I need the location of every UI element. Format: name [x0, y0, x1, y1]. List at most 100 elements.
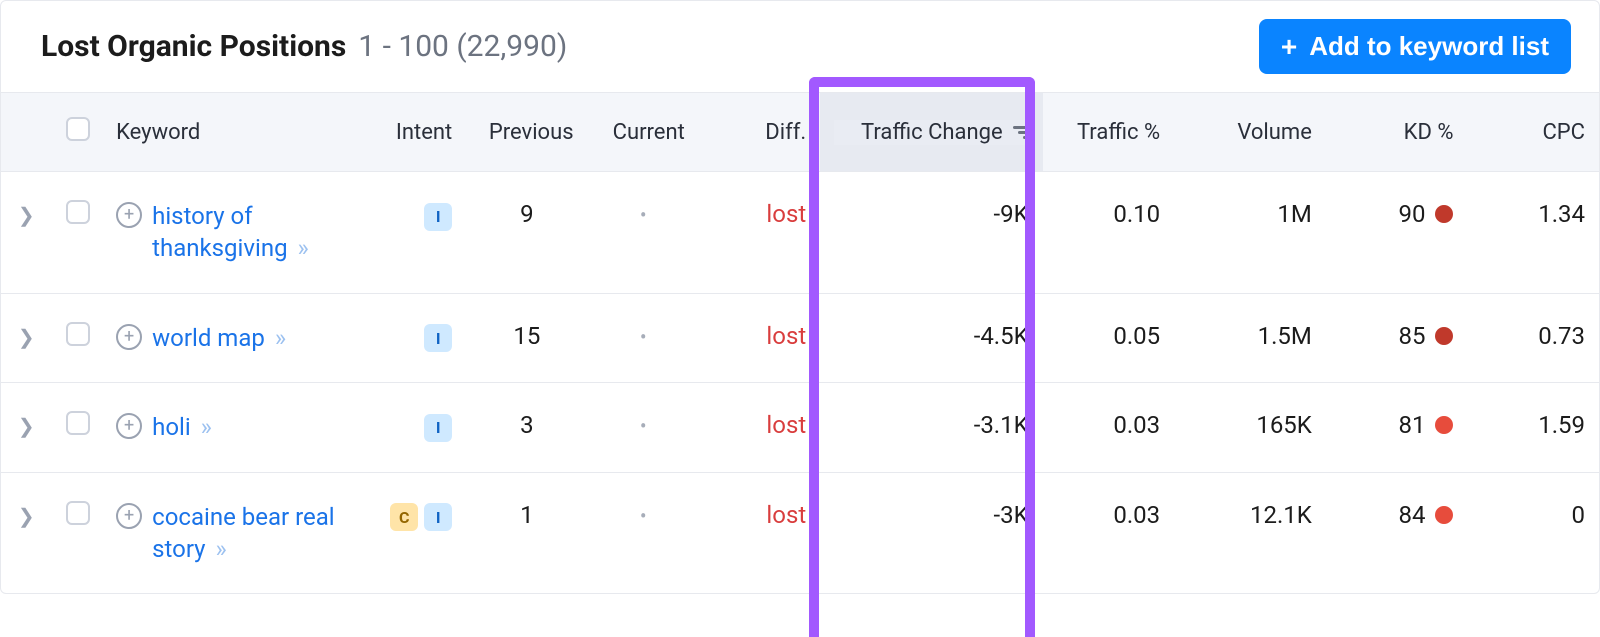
keyword-link[interactable]: world map » [152, 322, 286, 354]
col-intent[interactable]: Intent [355, 93, 466, 172]
diff-value: lost [766, 411, 806, 439]
keyword-link[interactable]: cocaine bear real story » [152, 501, 341, 566]
sort-desc-icon [1013, 126, 1029, 139]
keyword-link[interactable]: history of thanksgiving » [152, 200, 341, 265]
lost-positions-panel: Lost Organic Positions 1 - 100 (22,990) … [0, 0, 1600, 594]
intent-badges: I [424, 203, 452, 231]
add-keyword-icon[interactable]: + [116, 324, 142, 350]
previous-value: 9 [466, 172, 587, 294]
intent-badges: I [424, 414, 452, 442]
previous-value: 1 [466, 472, 587, 593]
cpc-value: 0 [1467, 472, 1599, 593]
traffic-change-value: -4.5K [820, 293, 1043, 382]
col-diff[interactable]: Diff. [699, 93, 820, 172]
volume-value: 12.1K [1174, 472, 1326, 593]
intent-badges: CI [390, 503, 452, 531]
keyword-text: cocaine bear real story [152, 503, 335, 563]
table-row: ❯+cocaine bear real story »CI1•lost-3K0.… [1, 472, 1599, 593]
chevron-right-icon[interactable]: ❯ [18, 203, 35, 227]
keywords-table: Keyword Intent Previous Current Diff. Tr… [1, 92, 1599, 593]
intent-badges: I [424, 324, 452, 352]
add-button-label: Add to keyword list [1309, 31, 1549, 62]
kd-wrap: 84 [1398, 501, 1453, 529]
kd-value: 84 [1398, 501, 1425, 529]
cpc-value: 1.59 [1467, 383, 1599, 472]
col-traffic-change[interactable]: Traffic Change [820, 93, 1043, 172]
kd-dot-icon [1435, 205, 1453, 223]
table-header-row: Keyword Intent Previous Current Diff. Tr… [1, 93, 1599, 172]
col-current[interactable]: Current [588, 93, 699, 172]
traffic-pct-value: 0.10 [1043, 172, 1174, 294]
volume-value: 1M [1174, 172, 1326, 294]
traffic-pct-value: 0.03 [1043, 383, 1174, 472]
kd-dot-icon [1435, 416, 1453, 434]
traffic-pct-value: 0.05 [1043, 293, 1174, 382]
keyword-text: history of thanksgiving [152, 202, 287, 262]
diff-value: lost [766, 501, 806, 529]
col-traffic-change-label: Traffic Change [861, 120, 1003, 145]
more-icon[interactable]: » [215, 535, 226, 563]
kd-value: 85 [1398, 322, 1425, 350]
kd-value: 81 [1398, 411, 1425, 439]
row-checkbox[interactable] [66, 501, 90, 525]
kd-wrap: 85 [1398, 322, 1453, 350]
col-previous[interactable]: Previous [466, 93, 587, 172]
col-volume[interactable]: Volume [1174, 93, 1326, 172]
diff-value: lost [766, 200, 806, 228]
kd-value: 90 [1398, 200, 1425, 228]
plus-icon: + [1281, 33, 1297, 61]
intent-badge-c: C [390, 503, 418, 531]
keyword-link[interactable]: holi » [152, 411, 212, 443]
current-value: • [640, 414, 647, 438]
chevron-right-icon[interactable]: ❯ [18, 504, 35, 528]
add-keyword-icon[interactable]: + [116, 202, 142, 228]
col-select-all[interactable] [52, 93, 103, 172]
kd-dot-icon [1435, 327, 1453, 345]
more-icon[interactable]: » [298, 234, 309, 262]
panel-titlebar: Lost Organic Positions 1 - 100 (22,990) … [1, 1, 1599, 92]
traffic-change-value: -9K [820, 172, 1043, 294]
row-checkbox[interactable] [66, 322, 90, 346]
traffic-pct-value: 0.03 [1043, 472, 1174, 593]
col-cpc[interactable]: CPC [1467, 93, 1599, 172]
previous-value: 3 [466, 383, 587, 472]
add-keyword-icon[interactable]: + [116, 503, 142, 529]
diff-value: lost [766, 322, 806, 350]
panel-title: Lost Organic Positions [41, 29, 346, 64]
cpc-value: 1.34 [1467, 172, 1599, 294]
kd-dot-icon [1435, 506, 1453, 524]
volume-value: 165K [1174, 383, 1326, 472]
volume-value: 1.5M [1174, 293, 1326, 382]
col-kd[interactable]: KD % [1326, 93, 1468, 172]
kd-wrap: 81 [1398, 411, 1453, 439]
add-to-keyword-list-button[interactable]: + Add to keyword list [1259, 19, 1571, 74]
table-row: ❯ + history of thanksgiving » I9 • lost -9K0.1… [1, 172, 1599, 294]
kd-wrap: 90 [1398, 200, 1453, 228]
keyword-text: holi [152, 413, 191, 441]
current-value: • [640, 504, 647, 528]
traffic-change-value: -3.1K [820, 383, 1043, 472]
row-checkbox[interactable] [66, 200, 90, 224]
col-traffic-pct[interactable]: Traffic % [1043, 93, 1174, 172]
traffic-change-value: -3K [820, 472, 1043, 593]
current-value: • [640, 203, 647, 227]
intent-badge-i: I [424, 324, 452, 352]
chevron-right-icon[interactable]: ❯ [18, 414, 35, 438]
intent-badge-i: I [424, 503, 452, 531]
cpc-value: 0.73 [1467, 293, 1599, 382]
current-value: • [640, 325, 647, 349]
chevron-right-icon[interactable]: ❯ [18, 325, 35, 349]
more-icon[interactable]: » [201, 413, 212, 441]
col-expand [1, 93, 52, 172]
intent-badge-i: I [424, 203, 452, 231]
keyword-text: world map [152, 324, 265, 352]
table-row: ❯ + world map » I 15 • lost -4.5K0.051.5M 85 0.73 [1, 293, 1599, 382]
more-icon[interactable]: » [275, 324, 286, 352]
row-checkbox[interactable] [66, 411, 90, 435]
add-keyword-icon[interactable]: + [116, 413, 142, 439]
intent-badge-i: I [424, 414, 452, 442]
table-row: ❯ + holi » I3 • lost -3.1K0.03165K 81 1.59 [1, 383, 1599, 472]
select-all-checkbox[interactable] [66, 117, 90, 141]
previous-value: 15 [466, 293, 587, 382]
col-keyword[interactable]: Keyword [102, 93, 355, 172]
